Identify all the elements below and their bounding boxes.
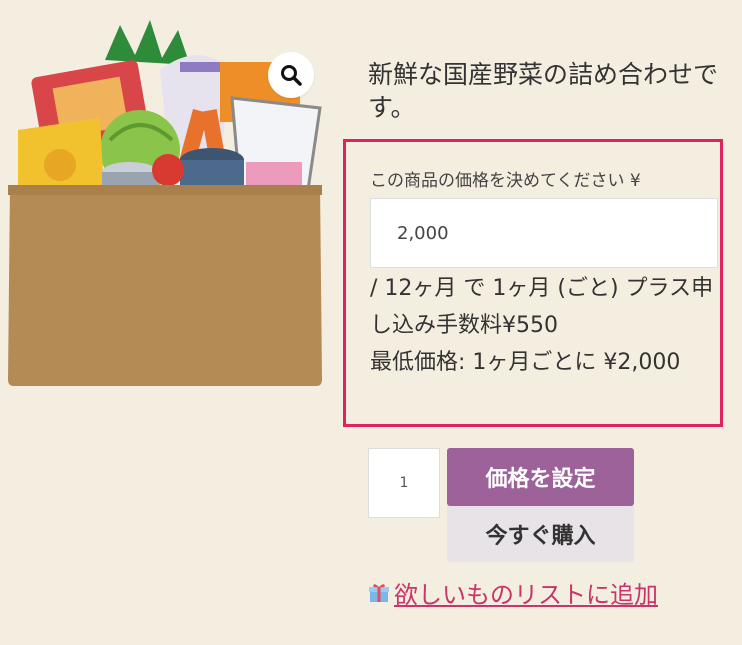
- gift-icon: [369, 583, 389, 602]
- add-to-wishlist-link[interactable]: 欲しいものリストに追加: [394, 575, 658, 610]
- zoom-button[interactable]: [268, 52, 314, 98]
- product-description: 新鮮な国産野菜の詰め合わせです。: [368, 60, 719, 122]
- minimum-price-text: 最低価格: 1ヶ月ごとに ¥2,000: [370, 350, 681, 375]
- quantity-input[interactable]: 1: [368, 448, 440, 518]
- price-input-value: 2,000: [397, 222, 449, 244]
- quantity-value: 1: [399, 475, 409, 491]
- price-input[interactable]: 2,000: [370, 198, 718, 268]
- name-your-price-box: この商品の価格を決めてください ¥ 2,000 / 12ヶ月 で 1ヶ月 (ごと…: [343, 139, 723, 427]
- product-summary: 新鮮な国産野菜の詰め合わせです。: [368, 58, 728, 124]
- set-price-button[interactable]: 価格を設定: [447, 448, 634, 506]
- price-input-label: この商品の価格を決めてください ¥: [370, 171, 641, 191]
- wishlist: 欲しいものリストに追加: [368, 575, 658, 610]
- subscription-terms: / 12ヶ月 で 1ヶ月 (ごと) プラス申し込み手数料¥550 最低価格: 1…: [370, 270, 716, 381]
- buy-now-button[interactable]: 今すぐ購入: [447, 506, 634, 562]
- magnifier-icon: [281, 65, 302, 86]
- subscription-terms-text: / 12ヶ月 で 1ヶ月 (ごと) プラス申し込み手数料¥550: [370, 276, 714, 338]
